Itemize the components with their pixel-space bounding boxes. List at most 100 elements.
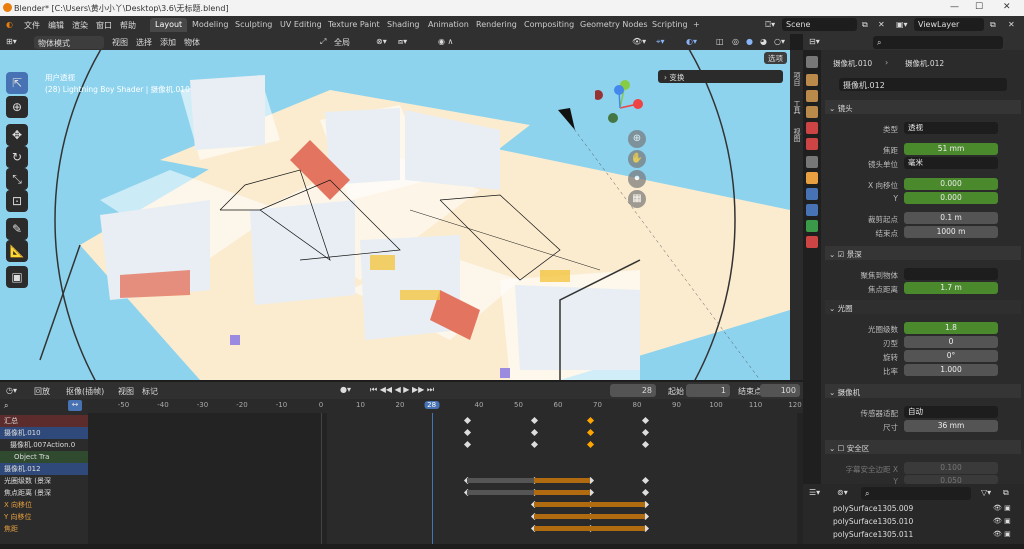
sidebar-tab-tool[interactable]: 工具: [792, 100, 802, 114]
current-frame-field[interactable]: 28: [610, 384, 656, 397]
navigation-gizmo[interactable]: [595, 80, 650, 130]
timeline-ruler[interactable]: -50 -40 -30 -20 -10 0 10 20 28 40 50 60 70 80 90 100 110…: [88, 399, 803, 413]
channel-camera-010[interactable]: 摄像机.010: [0, 427, 88, 439]
type-dropdown[interactable]: 透视: [904, 122, 998, 134]
tool-tab-icon[interactable]: [806, 56, 818, 68]
lens-section-header[interactable]: ⌄ 镜头: [825, 100, 1021, 114]
channel-shift-x[interactable]: X 向移位: [0, 499, 88, 511]
pan-hand-icon[interactable]: ✋: [628, 150, 646, 168]
pivot-icon[interactable]: ⊗▾: [376, 37, 387, 46]
transform-tool-icon[interactable]: ⊡: [6, 190, 28, 212]
editor-type-icon[interactable]: ⊞▾: [6, 37, 17, 46]
menu-help[interactable]: 帮助: [120, 20, 136, 31]
proportional-edit-icon[interactable]: ◉ ∧: [438, 37, 453, 46]
title-safe-x-field[interactable]: 0.100: [904, 462, 998, 474]
camera-datablock-field[interactable]: 摄像机.012: [839, 78, 1007, 91]
channel-object-transform[interactable]: Object Tra: [0, 451, 88, 463]
sidebar-tab-view[interactable]: 视图: [792, 128, 802, 142]
view-layer-selector[interactable]: ViewLayer: [914, 18, 984, 31]
outliner-item[interactable]: polySurface1305.009: [833, 504, 913, 513]
output-tab-icon[interactable]: [806, 90, 818, 102]
transform-orientation-icon[interactable]: ⤢: [320, 37, 326, 47]
channel-summary[interactable]: 汇总: [0, 415, 88, 427]
transform-orientation[interactable]: 全局: [334, 37, 350, 48]
scale-tool-icon[interactable]: ⤡: [6, 168, 28, 190]
zoom-icon[interactable]: ⊕: [628, 130, 646, 148]
filter-icon[interactable]: ▽▾: [981, 488, 991, 497]
menu-add[interactable]: 添加: [160, 37, 176, 48]
tab-sculpting[interactable]: Sculpting: [230, 18, 277, 32]
camera-view-icon[interactable]: ⏺: [628, 170, 646, 188]
channel-camera-012[interactable]: 摄像机.012: [0, 463, 88, 475]
visibility-eye-icon[interactable]: 👁 ▣: [993, 530, 1011, 538]
focus-object-field[interactable]: [904, 268, 998, 280]
playback-menu[interactable]: 回放: [34, 386, 50, 397]
focal-length-field[interactable]: 51 mm: [904, 143, 998, 155]
clip-start-field[interactable]: 0.1 m: [904, 212, 998, 224]
dopesheet-area[interactable]: [88, 413, 803, 544]
tab-scripting[interactable]: Scripting: [647, 18, 693, 32]
blades-field[interactable]: 0: [904, 336, 998, 348]
rotate-tool-icon[interactable]: ↻: [6, 146, 28, 168]
move-tool-icon[interactable]: ✥: [6, 124, 28, 146]
display-mode-icon[interactable]: ⊚▾: [837, 488, 848, 497]
end-frame-field[interactable]: 100: [760, 384, 800, 397]
menu-render[interactable]: 渲染: [72, 20, 88, 31]
options-button[interactable]: 选项: [764, 52, 787, 64]
visibility-icon[interactable]: 👁▾: [632, 37, 646, 46]
sidebar-tab-item[interactable]: 项目: [792, 72, 802, 86]
clip-end-field[interactable]: 1000 m: [904, 226, 998, 238]
menu-view[interactable]: 视图: [112, 37, 128, 48]
channel-shift-y[interactable]: Y 向移位: [0, 511, 88, 523]
cursor-tool-icon[interactable]: ⊕: [6, 96, 28, 118]
outliner-search[interactable]: ⌕: [861, 487, 971, 500]
tab-rendering[interactable]: Rendering: [471, 18, 522, 32]
timeline-editor-icon[interactable]: ◷▾: [6, 386, 17, 395]
new-view-layer-icon[interactable]: ⧉: [990, 20, 996, 30]
outliner-item[interactable]: polySurface1305.011: [833, 530, 913, 539]
maximize-button[interactable]: ☐: [975, 2, 983, 12]
record-button[interactable]: ●▾: [340, 385, 351, 394]
tab-shading[interactable]: Shading: [382, 18, 425, 32]
channel-fstop[interactable]: 光圈级数 (景深: [0, 475, 88, 487]
properties-search[interactable]: ⌕: [873, 36, 1003, 49]
overlay-icon[interactable]: ◐▾: [686, 37, 697, 46]
channel-focus-distance[interactable]: 焦点距离 (景深: [0, 487, 88, 499]
blender-menu-icon[interactable]: ◐: [6, 20, 13, 29]
lens-unit-dropdown[interactable]: 毫米: [904, 157, 998, 169]
snap-icon[interactable]: ⧈▾: [398, 37, 407, 47]
view-layer-icon[interactable]: ▣▾: [896, 20, 908, 29]
rotation-field[interactable]: 0°: [904, 350, 998, 362]
tab-geometry-nodes[interactable]: Geometry Nodes: [575, 18, 652, 32]
fstop-field[interactable]: 1.8: [904, 322, 998, 334]
add-cube-tool-icon[interactable]: ▣: [6, 266, 28, 288]
playhead-line[interactable]: [432, 413, 433, 544]
properties-editor-icon[interactable]: ⊟▾: [809, 37, 820, 46]
title-safe-y-field[interactable]: 0.050: [904, 475, 998, 485]
shift-x-field[interactable]: 0.000: [904, 178, 998, 190]
shading-solid-icon[interactable]: ●: [746, 37, 753, 46]
gizmo-icon[interactable]: ⌖▾: [656, 37, 665, 47]
channel-action[interactable]: 摄像机.007Action.0: [0, 439, 88, 451]
3d-viewport[interactable]: 用户透视 (28) Lightning Boy Shader | 摄像机.010…: [0, 50, 790, 380]
shift-y-field[interactable]: 0.000: [904, 192, 998, 204]
shading-rendered-icon[interactable]: ○▾: [774, 37, 785, 46]
safe-areas-section-header[interactable]: ⌄ ☐ 安全区: [825, 440, 1021, 454]
view-layer-tab-icon[interactable]: [806, 106, 818, 118]
menu-object[interactable]: 物体: [184, 37, 200, 48]
channel-search[interactable]: ⌕ ↔: [0, 399, 88, 413]
shading-wireframe-icon[interactable]: ◎: [732, 37, 739, 46]
transform-panel[interactable]: › 变换: [658, 70, 783, 83]
delete-view-layer-icon[interactable]: ✕: [1008, 20, 1015, 29]
tab-compositing[interactable]: Compositing: [519, 18, 579, 32]
markers-menu[interactable]: 标记: [142, 386, 158, 397]
tab-modeling[interactable]: Modeling: [187, 18, 233, 32]
sync-icon[interactable]: ↔: [68, 400, 82, 411]
menu-select[interactable]: 选择: [136, 37, 152, 48]
channel-focal-length[interactable]: 焦距: [0, 523, 88, 535]
annotate-tool-icon[interactable]: ✎: [6, 218, 28, 240]
visibility-eye-icon[interactable]: 👁 ▣: [993, 504, 1011, 512]
tab-layout[interactable]: Layout: [150, 18, 188, 32]
visibility-eye-icon[interactable]: 👁 ▣: [993, 517, 1011, 525]
mode-selector[interactable]: 物体模式: [34, 36, 104, 49]
